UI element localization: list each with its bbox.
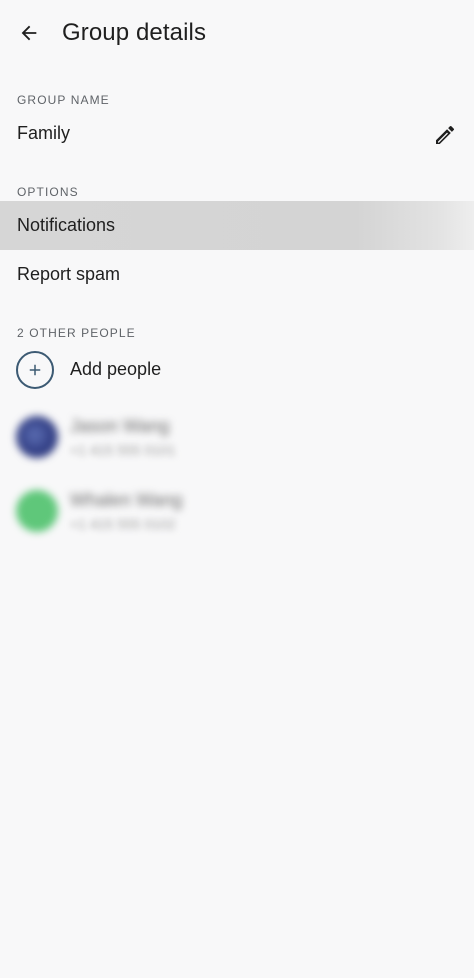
pencil-icon (436, 125, 455, 144)
plus-icon (29, 364, 41, 376)
top-app-bar: Group details (0, 0, 474, 66)
member-subtitle: +1 415 555 0102 (70, 516, 176, 532)
other-people-section-label: 2 OTHER PEOPLE (17, 326, 136, 340)
arrow-left-icon (21, 25, 37, 41)
back-button[interactable] (10, 14, 48, 52)
group-name-value: Family (17, 123, 70, 143)
edit-group-name-button[interactable] (430, 120, 460, 150)
member-name: Jason Wang (70, 416, 170, 436)
group-details-screen: Group details GROUP NAME Family OPTIONS … (0, 0, 474, 978)
member-subtitle: +1 415 555 0101 (70, 442, 176, 458)
member-row[interactable]: Whalen Wang +1 415 555 0102 (0, 482, 474, 542)
avatar (16, 490, 58, 532)
group-name-section-label: GROUP NAME (17, 93, 110, 107)
notifications-label: Notifications (17, 215, 116, 235)
report-spam-option[interactable]: Report spam (0, 252, 474, 298)
add-people-button[interactable]: Add people (0, 348, 474, 396)
plus-circle-icon (16, 351, 54, 389)
report-spam-label: Report spam (17, 264, 121, 284)
options-section-label: OPTIONS (17, 185, 79, 199)
add-people-label: Add people (70, 359, 162, 379)
page-title: Group details (62, 19, 207, 46)
member-row[interactable]: Jason Wang +1 415 555 0101 (0, 408, 474, 468)
notifications-option[interactable]: Notifications (0, 201, 474, 250)
member-name: Whalen Wang (70, 490, 183, 510)
avatar (16, 416, 58, 458)
